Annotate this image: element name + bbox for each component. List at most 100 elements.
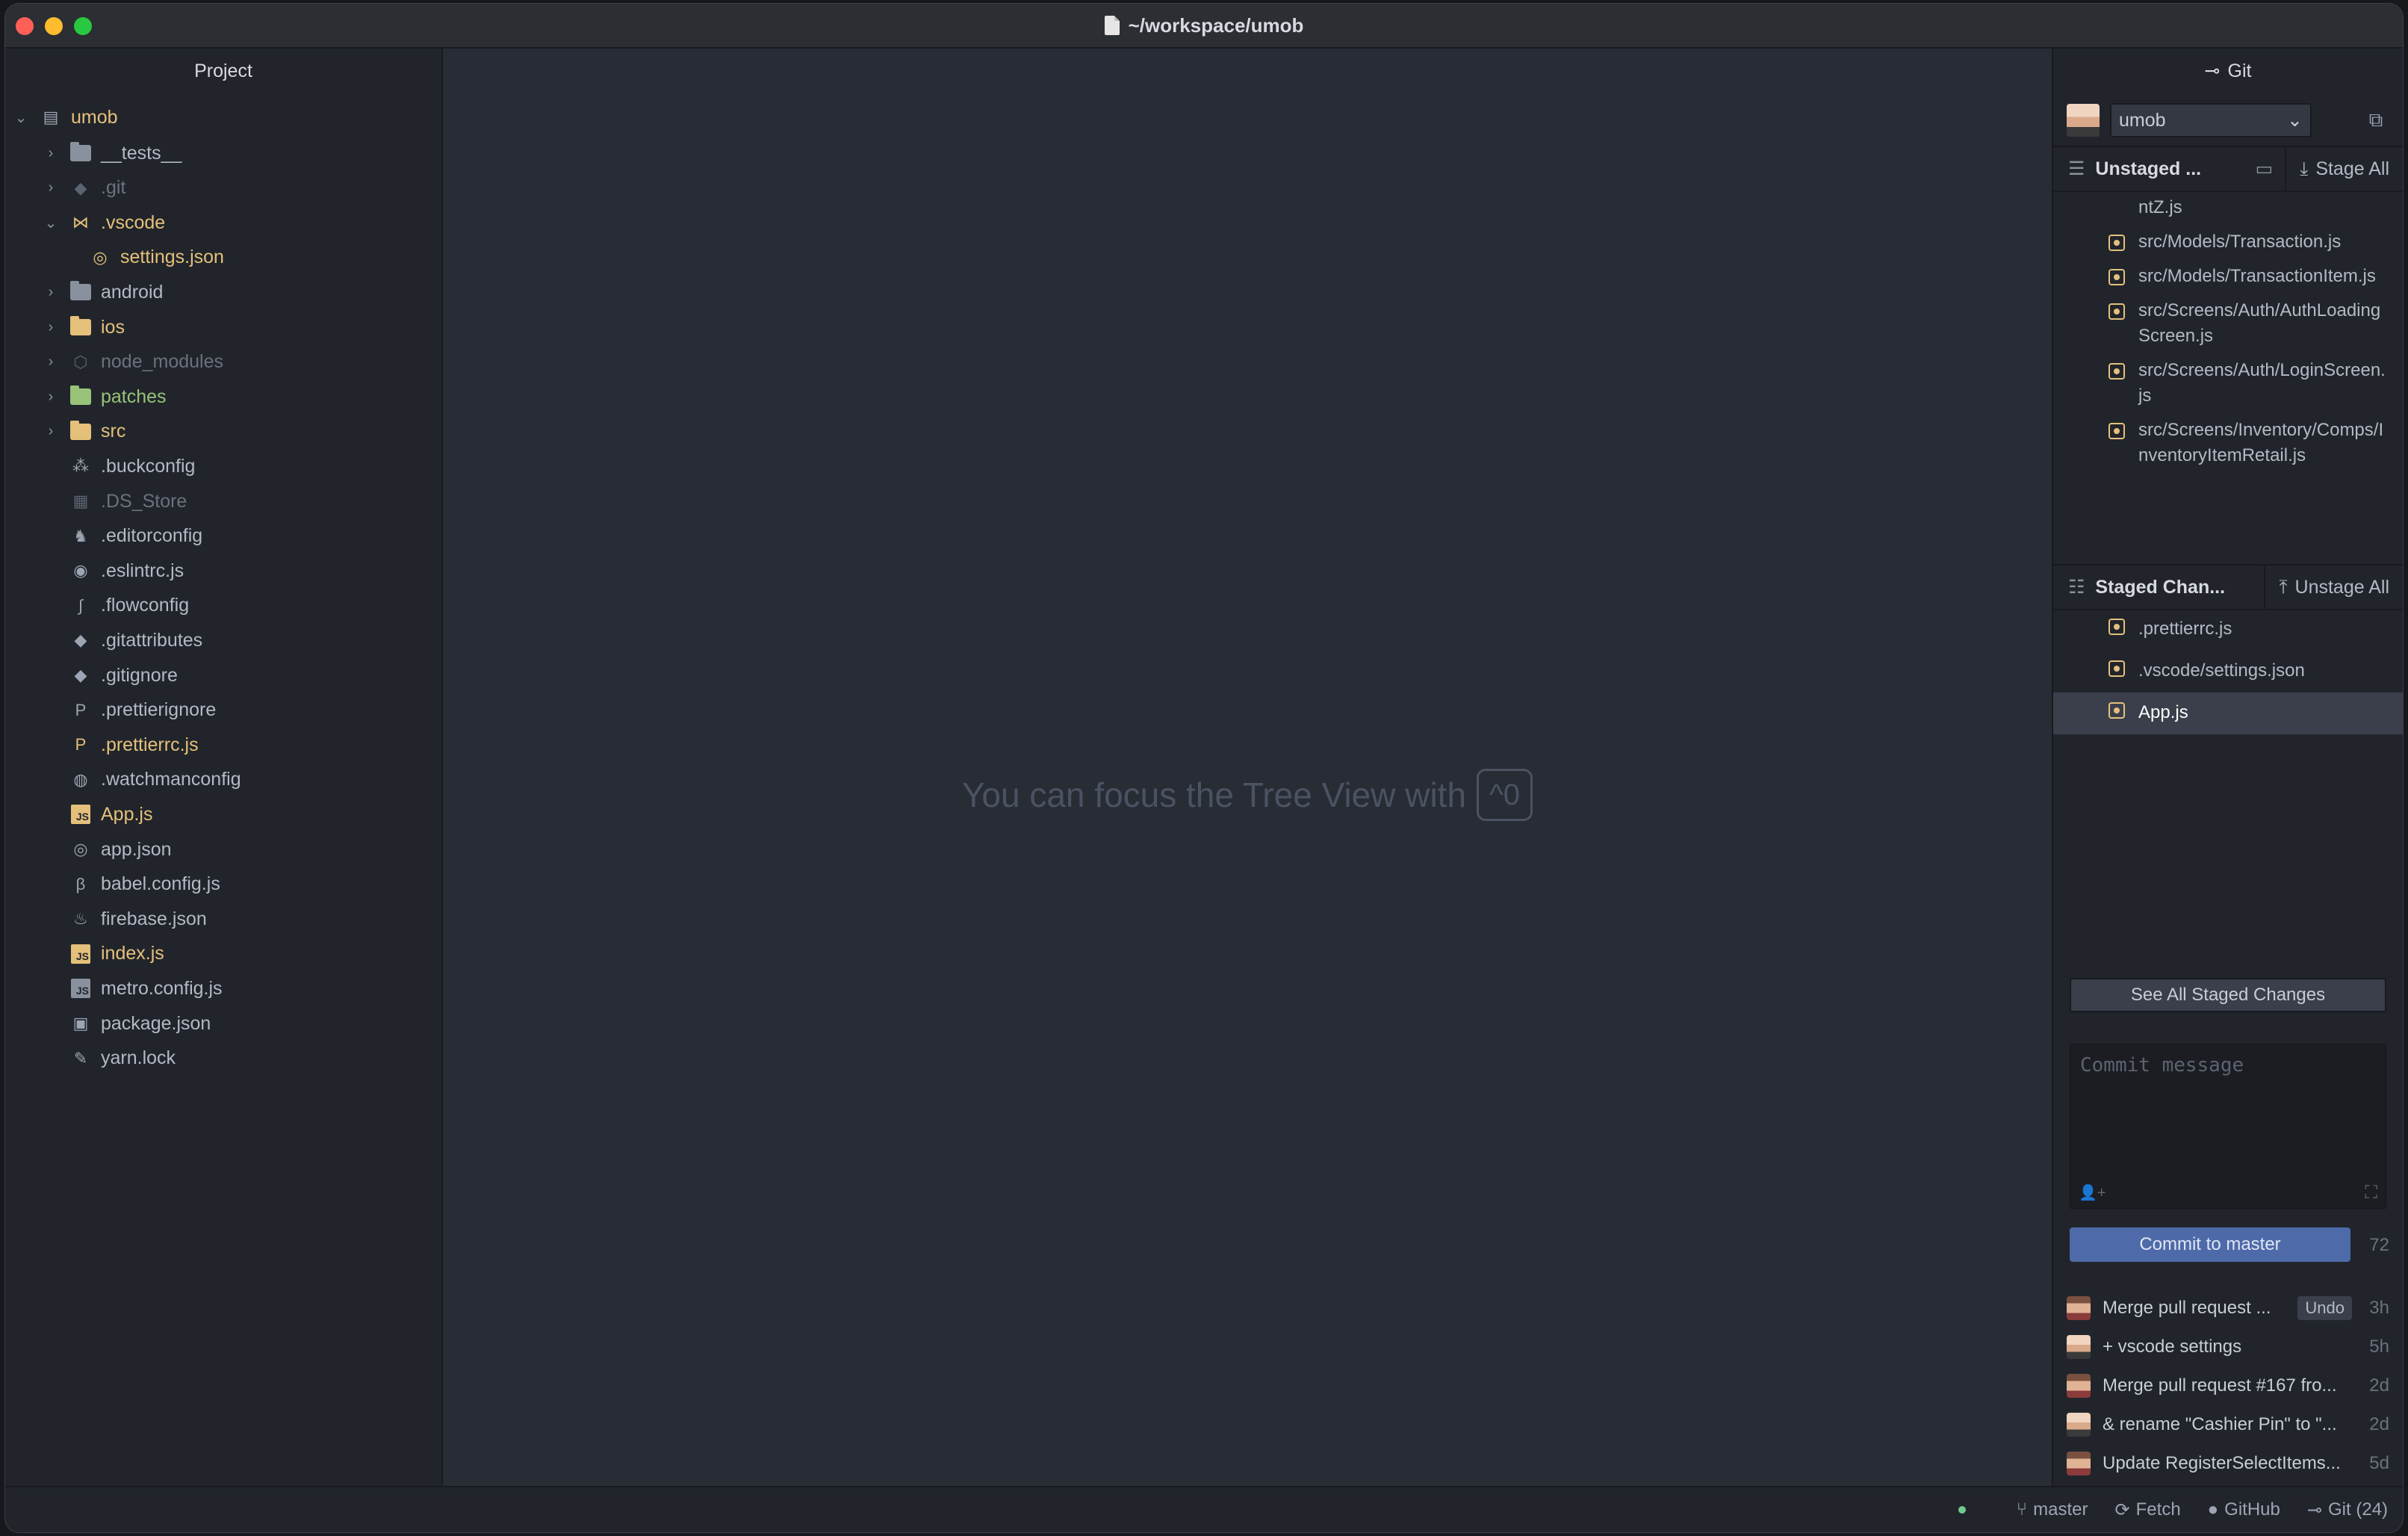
js-file-icon: JS — [71, 944, 90, 964]
recent-commit-row[interactable]: Merge pull request ... Undo 3h — [2053, 1289, 2403, 1328]
tree-root[interactable]: ⌄ ▤ umob — [13, 99, 118, 135]
git-panel-header[interactable]: ⊸ Git — [2053, 49, 2403, 93]
tree-view-header[interactable]: Project — [5, 49, 441, 93]
recent-commit-row[interactable]: & rename "Cashier Pin" to "... 2d — [2053, 1405, 2403, 1444]
tree-root-label: umob — [71, 106, 118, 128]
commit-button[interactable]: Commit to master — [2070, 1227, 2350, 1262]
unstage-all-button[interactable]: ⤒ Unstage All — [2264, 566, 2403, 609]
tree-item[interactable]: › ⬡ node_modules — [43, 344, 223, 380]
chevron-right-icon[interactable]: › — [43, 319, 59, 335]
git-file-item[interactable]: src/Screens/Auth/LoginScreen.js — [2053, 353, 2403, 413]
stage-all-button[interactable]: ⤓ Stage All — [2285, 147, 2403, 191]
recent-commit-row[interactable]: Merge pull request #167 fro... 2d — [2053, 1366, 2403, 1405]
tree-item[interactable]: ◉ .eslintrc.js — [43, 553, 184, 589]
maximize-window-button[interactable] — [74, 17, 92, 35]
tree-item[interactable]: › src — [43, 414, 125, 450]
git-file-item[interactable]: ntZ.js — [2053, 191, 2403, 225]
commit-message-input[interactable]: Commit message 👤+ ⛶ — [2070, 1044, 2386, 1210]
tree-item[interactable]: ∫ .flowconfig — [43, 588, 189, 624]
tree-item[interactable]: › patches — [43, 379, 167, 415]
app-window: ~/workspace/umob Project ⌄ ▤ umob › __tes… — [4, 3, 2404, 1533]
tree-item[interactable]: ◎ settings.json — [89, 240, 224, 276]
tree-item[interactable]: › android — [43, 274, 163, 310]
tree-item[interactable]: JS App.js — [43, 796, 152, 832]
expand-editor-icon[interactable]: ⛶ — [2365, 1183, 2377, 1204]
tree-item[interactable]: › ◆ .git — [43, 170, 126, 206]
tree-item[interactable]: ◎ app.json — [43, 832, 171, 867]
prettier-icon: P — [75, 700, 87, 719]
tree-item[interactable]: P .prettierignore — [43, 693, 217, 728]
git-file-item[interactable]: src/Screens/Inventory/Comps/InventoryIte… — [2053, 413, 2403, 473]
tree-item-label: babel.config.js — [101, 873, 220, 895]
flow-icon: ∫ — [78, 595, 84, 615]
close-window-button[interactable] — [16, 17, 34, 35]
tree-item[interactable]: ⁂ .buckconfig — [43, 448, 195, 484]
tree-item[interactable]: β babel.config.js — [43, 867, 220, 902]
chevron-right-icon[interactable]: › — [43, 423, 59, 440]
tree-item-label: .eslintrc.js — [101, 560, 184, 581]
unstage-icon: ⤒ — [2279, 576, 2288, 598]
collapse-icon[interactable]: ▭ — [2244, 158, 2286, 180]
tree-item[interactable]: ◍ .watchmanconfig — [43, 762, 241, 798]
tree-item[interactable]: ⌄ ⋈ .vscode — [43, 205, 166, 241]
shortcut-key: ^0 — [1477, 769, 1533, 821]
json-icon: ◎ — [93, 247, 108, 267]
branch-status[interactable]: ⑂ master — [2017, 1499, 2088, 1520]
chevron-right-icon[interactable]: › — [43, 145, 59, 161]
tree-item[interactable]: ◆ .gitignore — [43, 657, 178, 693]
tree-item[interactable]: ▦ .DS_Store — [43, 483, 187, 519]
git-file-item[interactable]: src/Models/TransactionItem.js — [2053, 259, 2403, 294]
minimize-window-button[interactable] — [45, 17, 63, 35]
tree-item[interactable]: ✎ yarn.lock — [43, 1041, 176, 1077]
tree-item[interactable]: P .prettierrc.js — [43, 727, 199, 763]
staged-file-list[interactable]: .prettierrc.js .vscode/settings.json App.j… — [2053, 609, 2403, 833]
git-file-item[interactable]: .prettierrc.js — [2053, 609, 2403, 651]
add-coauthor-icon[interactable]: 👤+ — [2079, 1183, 2106, 1202]
open-repo-icon[interactable]: ⧉ — [2362, 107, 2389, 134]
tree-item[interactable]: ♨ firebase.json — [43, 901, 207, 937]
tree-view[interactable]: Project ⌄ ▤ umob › __tests__ › ◆ .git ⌄ ⋈ .vsco… — [5, 49, 443, 1486]
unstaged-header[interactable]: ☰ Unstaged ... ▭ ⤓ Stage All — [2053, 146, 2403, 192]
git-file-item[interactable]: src/Screens/Auth/AuthLoadingScreen.js — [2053, 294, 2403, 353]
git-tab-button[interactable]: ⊸ Git (24) — [2307, 1499, 2388, 1521]
github-tab-button[interactable]: ● GitHub — [2208, 1499, 2280, 1520]
firebase-icon: ♨ — [73, 909, 88, 929]
recent-commit-row[interactable]: Update RegisterSelectItems... 5d — [2053, 1444, 2403, 1483]
tree-item[interactable]: › __tests__ — [43, 135, 181, 171]
undo-commit-button[interactable]: Undo — [2297, 1296, 2352, 1320]
tree-item[interactable]: JS metro.config.js — [43, 970, 223, 1006]
tree-item-label: App.js — [101, 803, 153, 825]
chevron-right-icon[interactable]: › — [43, 353, 59, 371]
tree-item[interactable]: ▣ package.json — [43, 1006, 211, 1041]
tree-item[interactable]: ♞ .editorconfig — [43, 518, 202, 554]
tree-item-label: __tests__ — [101, 142, 182, 164]
chevron-right-icon[interactable]: › — [43, 179, 59, 196]
git-file-item[interactable]: App.js — [2053, 693, 2403, 734]
recent-commit-row[interactable]: + vscode settings 5h — [2053, 1328, 2403, 1366]
tree-item[interactable]: › ios — [43, 309, 125, 345]
repo-row: umob ⌄ ⧉ — [2067, 101, 2389, 140]
commit-time: 3h — [2369, 1298, 2389, 1318]
author-avatar — [2067, 1413, 2091, 1437]
chevron-right-icon[interactable]: › — [43, 388, 59, 405]
tree-item-label: patches — [101, 385, 167, 407]
git-file-name: src/Models/TransactionItem.js — [2138, 266, 2376, 286]
git-file-item[interactable]: src/Models/Transaction.js — [2053, 225, 2403, 259]
unstaged-file-list[interactable]: ntZ.js src/Models/Transaction.js src/Model… — [2053, 191, 2403, 600]
git-icon: ◆ — [74, 178, 87, 197]
tree-item-label: .git — [101, 177, 126, 199]
staged-header[interactable]: ☷ Staged Chan... ⤒ Unstage All — [2053, 564, 2403, 610]
chevron-down-icon[interactable]: ⌄ — [13, 109, 29, 126]
see-all-staged-button[interactable]: See All Staged Changes — [2070, 978, 2386, 1012]
tree-item[interactable]: JS index.js — [43, 936, 164, 972]
chevron-down-icon[interactable]: ⌄ — [43, 214, 59, 232]
chevron-right-icon[interactable]: › — [43, 284, 59, 300]
tree-item-label: .watchmanconfig — [101, 769, 241, 790]
editor-pane[interactable]: You can focus the Tree View with ^0 — [443, 49, 2052, 1486]
tree-item[interactable]: ◆ .gitattributes — [43, 622, 203, 658]
repo-select[interactable]: umob ⌄ — [2110, 103, 2312, 137]
fetch-button[interactable]: ⟳ Fetch — [2115, 1499, 2181, 1521]
git-file-item[interactable]: .vscode/settings.json — [2053, 651, 2403, 693]
